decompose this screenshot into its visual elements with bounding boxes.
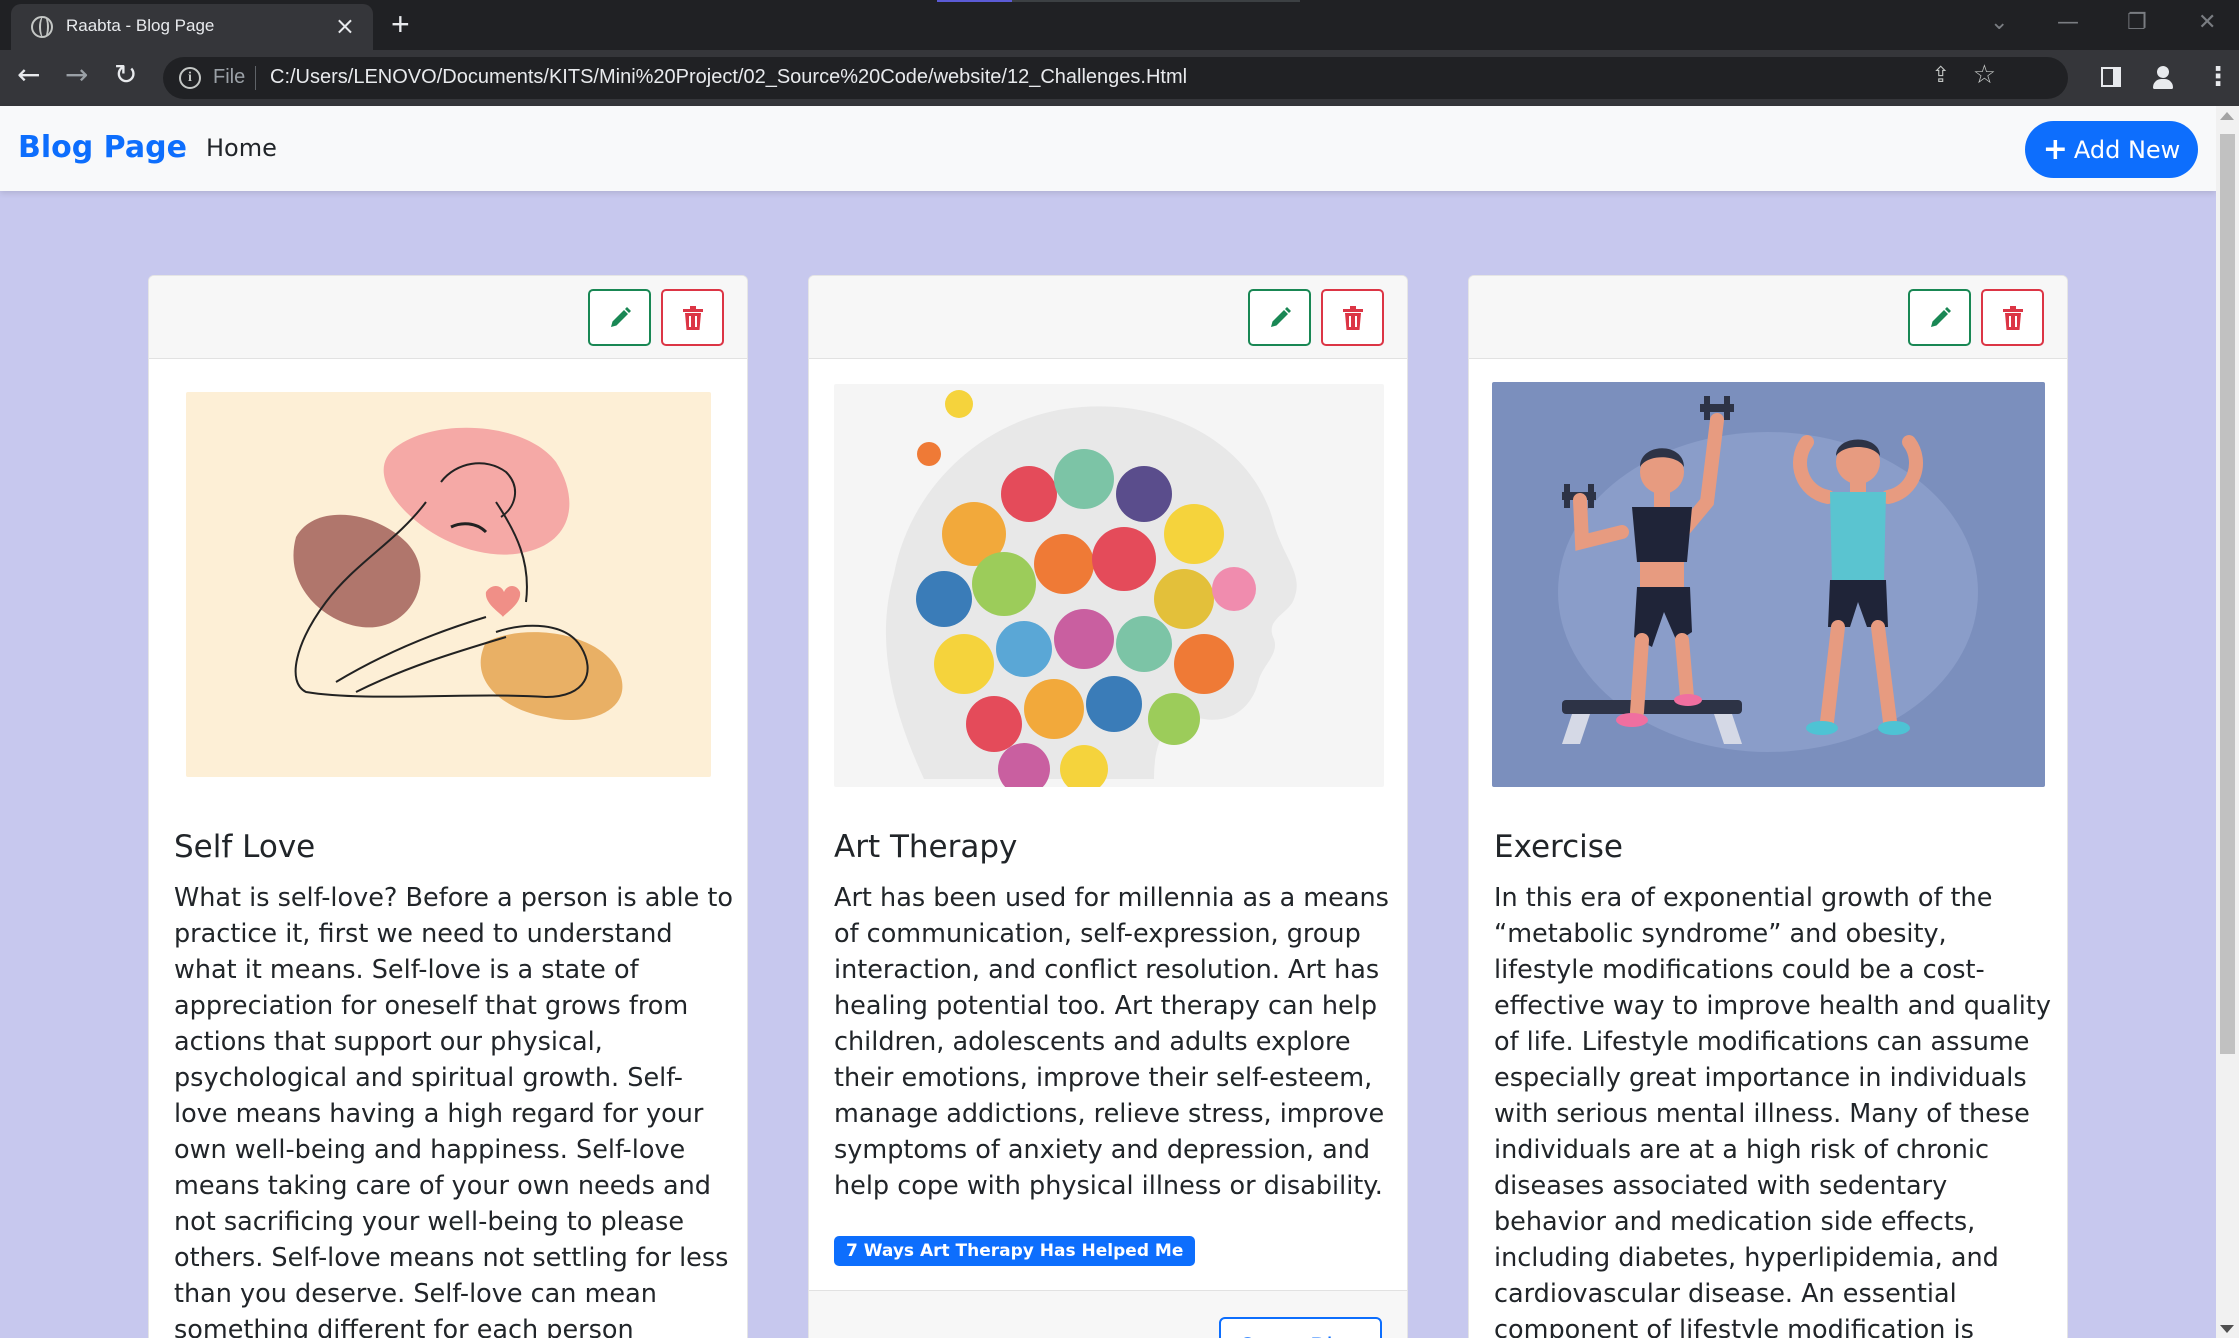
forward-arrow-icon[interactable]: → xyxy=(65,58,88,91)
colorful-head-illustration xyxy=(834,384,1384,787)
restore-icon[interactable]: ❐ xyxy=(2127,10,2147,35)
info-icon[interactable]: i xyxy=(179,67,201,89)
card-footer: Open Blog xyxy=(809,1290,1407,1338)
back-arrow-icon[interactable]: ← xyxy=(17,58,40,91)
side-panel-icon[interactable] xyxy=(2101,67,2121,87)
url-text[interactable]: C:/Users/LENOVO/Documents/KITS/Mini%20Pr… xyxy=(270,66,1187,89)
site-navbar: Blog Page Home + Add New xyxy=(0,106,2216,191)
trash-icon xyxy=(1342,305,1363,330)
art-therapy-image xyxy=(834,384,1384,787)
edit-button[interactable] xyxy=(1908,289,1971,346)
new-tab-button[interactable]: + xyxy=(391,6,410,43)
card-text: What is self-love? Before a person is ab… xyxy=(174,883,734,1338)
card-title: Self Love xyxy=(174,829,316,865)
browser-tab-strip: Raabta - Blog Page × + ⌄ — ❐ ✕ xyxy=(0,0,2239,50)
nav-home-link[interactable]: Home xyxy=(206,134,277,162)
url-scheme-label: File xyxy=(213,66,246,88)
browser-tab[interactable]: Raabta - Blog Page × xyxy=(11,4,373,50)
scroll-up-arrow-icon[interactable] xyxy=(2220,112,2234,120)
address-bar[interactable]: i File C:/Users/LENOVO/Documents/KITS/Mi… xyxy=(163,57,2068,99)
reload-icon[interactable]: ↻ xyxy=(114,58,137,91)
share-icon[interactable]: ⇪ xyxy=(1932,63,1950,88)
exercise-image xyxy=(1492,382,2045,787)
self-love-image xyxy=(186,392,711,777)
profile-icon[interactable] xyxy=(2150,64,2176,90)
scrollbar-thumb[interactable] xyxy=(2220,134,2235,1054)
globe-icon xyxy=(31,16,53,38)
trash-icon xyxy=(2002,305,2023,330)
trash-icon xyxy=(682,305,703,330)
blog-card-exercise: Exercise In this era of exponential grow… xyxy=(1468,275,2068,1338)
edit-button[interactable] xyxy=(588,289,651,346)
pencil-icon xyxy=(1930,306,1951,327)
tab-search-icon[interactable]: ⌄ xyxy=(1990,10,2008,35)
blog-card-art-therapy: Art Therapy Art has been used for millen… xyxy=(808,275,1408,1338)
people-exercising-illustration xyxy=(1492,382,2045,787)
card-header xyxy=(1469,276,2067,359)
divider xyxy=(255,66,256,90)
minimize-icon[interactable]: — xyxy=(2057,10,2079,35)
open-blog-button[interactable]: Open Blog xyxy=(1219,1317,1382,1338)
card-title: Exercise xyxy=(1494,829,1623,865)
edit-button[interactable] xyxy=(1248,289,1311,346)
tab-close-icon[interactable]: × xyxy=(335,12,355,40)
browser-toolbar: ← → ↻ i File C:/Users/LENOVO/Documents/K… xyxy=(0,50,2239,106)
more-options-icon[interactable]: ⋮ xyxy=(2205,62,2231,92)
card-text: In this era of exponential growth of the… xyxy=(1494,883,2051,1338)
window-close-icon[interactable]: ✕ xyxy=(2198,10,2216,35)
loading-indicator xyxy=(937,0,1300,2)
card-title: Art Therapy xyxy=(834,829,1018,865)
woman-hugging-illustration xyxy=(186,392,711,777)
bookmark-star-icon[interactable]: ☆ xyxy=(1973,60,1996,90)
card-header xyxy=(149,276,747,359)
brand-link[interactable]: Blog Page xyxy=(18,130,187,165)
add-new-label: Add New xyxy=(2073,135,2181,164)
add-new-button[interactable]: + Add New xyxy=(2025,121,2198,178)
plus-icon: + xyxy=(2042,131,2068,167)
card-text: Art has been used for millennia as a mea… xyxy=(834,883,1389,1201)
tag-badge: 7 Ways Art Therapy Has Helped Me xyxy=(834,1236,1196,1266)
blog-card-self-love: Self Love What is self-love? Before a pe… xyxy=(148,275,748,1338)
card-header xyxy=(809,276,1407,359)
delete-button[interactable] xyxy=(661,289,724,346)
pencil-icon xyxy=(610,306,631,327)
scroll-down-arrow-icon[interactable] xyxy=(2220,1325,2234,1333)
pencil-icon xyxy=(1270,306,1291,327)
delete-button[interactable] xyxy=(1321,289,1384,346)
tab-title: Raabta - Blog Page xyxy=(66,16,215,35)
delete-button[interactable] xyxy=(1981,289,2044,346)
